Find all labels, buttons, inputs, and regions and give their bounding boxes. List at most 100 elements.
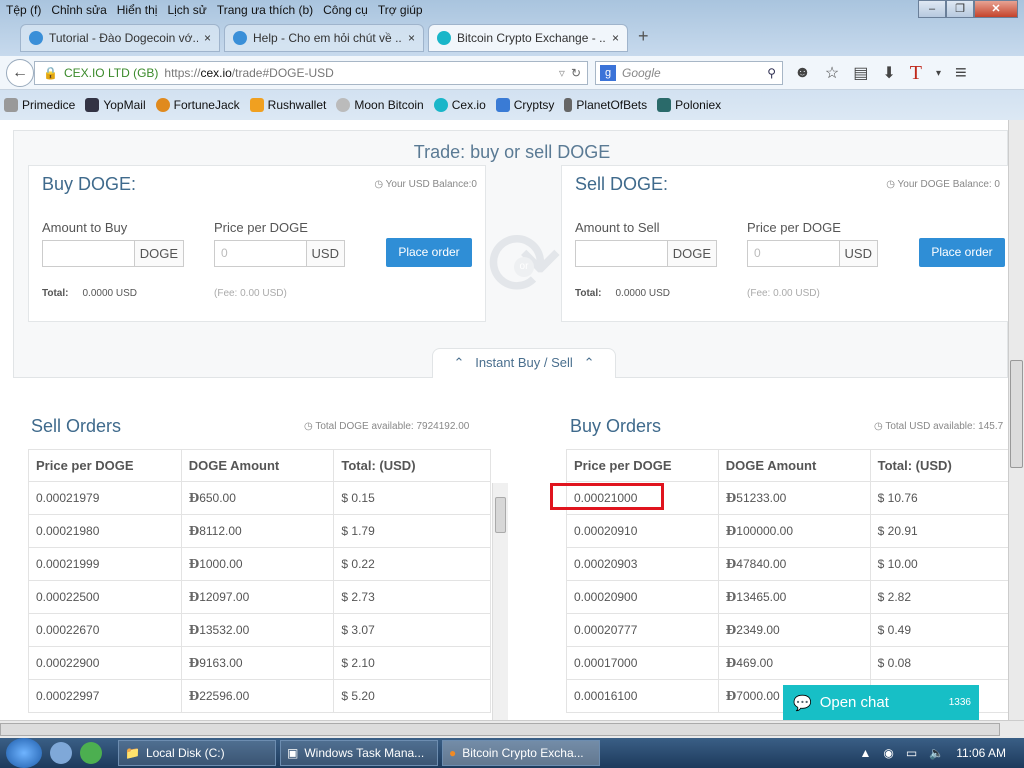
buy-price-input[interactable]: 0 USD (214, 240, 345, 267)
buy-total: Total: 0.0000 USD (42, 288, 137, 299)
sell-amount-input[interactable]: DOGE (575, 240, 717, 267)
table-row[interactable]: 0.00020900 Đ13465.00 $ 2.82 (566, 580, 1008, 614)
sell-place-order-button[interactable]: Place order (919, 238, 1005, 267)
scroll-thumb[interactable] (1010, 360, 1023, 468)
table-row[interactable]: 0.00020777 Đ2349.00 $ 0.49 (566, 613, 1008, 647)
search-icon[interactable]: ⚲ (767, 66, 776, 80)
buy-amount-input[interactable]: DOGE (42, 240, 184, 267)
menu-help[interactable]: Trợ giúp (378, 3, 423, 17)
menu-view[interactable]: Hiển thị (117, 3, 158, 17)
menu-tools[interactable]: Công cụ (323, 3, 368, 17)
bookmark-rushwallet[interactable]: Rushwallet (249, 98, 326, 112)
column-header[interactable]: DOGE Amount (180, 449, 335, 482)
instant-buy-sell-toggle[interactable]: ⌃ Instant Buy / Sell ⌃ (432, 348, 616, 378)
search-box[interactable]: g Google ⚲ (595, 61, 783, 85)
table-row[interactable]: 0.00022670 Đ13532.00 $ 3.07 (28, 613, 491, 647)
clock-app-icon[interactable] (50, 742, 72, 764)
sell-orders-table: Price per DOGE DOGE Amount Total: (USD) 0.0… (28, 449, 491, 713)
open-chat-button[interactable]: 💬 Open chat 1336 (783, 685, 979, 720)
table-row[interactable]: 0.00017000 Đ469.00 $ 0.08 (566, 646, 1008, 680)
bookmark-fortunejack[interactable]: FortuneJack (155, 98, 240, 112)
or-label: or (514, 257, 534, 277)
online-count: 1336 (948, 697, 971, 708)
back-button[interactable]: ← (6, 59, 34, 87)
reading-list-icon[interactable]: ▤ (853, 63, 868, 83)
tab-tutorial[interactable]: Tutorial - Đào Dogecoin vớ... × (20, 24, 220, 52)
globe-icon[interactable] (80, 742, 102, 764)
menu-file[interactable]: Tệp (f) (6, 3, 41, 17)
table-row[interactable]: 0.00021980 Đ8112.00 $ 1.79 (28, 514, 491, 548)
menu-history[interactable]: Lịch sử (167, 3, 206, 17)
bookmark-poloniex[interactable]: Poloniex (657, 98, 721, 112)
chrome-icon[interactable]: ◉ (883, 746, 893, 760)
menu-icon[interactable]: ≡ (955, 62, 967, 85)
site-identity[interactable]: CEX.IO LTD (GB) (64, 66, 158, 80)
column-header[interactable]: Price per DOGE (28, 449, 182, 482)
dropdown-icon[interactable]: ▿ (559, 66, 565, 80)
taskbar-item-task-manager[interactable]: ▣ Windows Task Mana... (280, 740, 438, 766)
start-button[interactable] (6, 738, 42, 768)
table-row[interactable]: 0.00021979 Đ650.00 $ 0.15 (28, 481, 491, 515)
download-icon[interactable]: ⬇ (882, 63, 895, 83)
volume-icon[interactable]: 🔈 (929, 746, 944, 760)
url-bar[interactable]: 🔒 CEX.IO LTD (GB) https://cex.io/trade#D… (34, 61, 588, 85)
table-row[interactable]: 0.00022500 Đ12097.00 $ 2.73 (28, 580, 491, 614)
close-tab-icon[interactable]: × (408, 31, 415, 45)
bookmark-star-icon[interactable]: ☆ (825, 63, 839, 83)
sell-total: Total: 0.0000 USD (575, 288, 670, 299)
bookmark-cexio[interactable]: Cex.io (433, 98, 486, 112)
column-header[interactable]: DOGE Amount (717, 449, 871, 482)
show-hidden-icons[interactable]: ▲ (860, 746, 872, 760)
close-tab-icon[interactable]: × (204, 31, 211, 45)
buy-place-order-button[interactable]: Place order (386, 238, 472, 267)
bookmark-yopmail[interactable]: YopMail (85, 98, 146, 112)
chevron-down-icon[interactable]: ▾ (936, 68, 941, 79)
sell-orders-scrollbar[interactable] (492, 483, 508, 720)
close-tab-icon[interactable]: × (612, 31, 619, 45)
network-icon[interactable]: ▭ (906, 746, 917, 760)
cex-icon (433, 98, 448, 112)
page-vertical-scrollbar[interactable] (1008, 120, 1024, 720)
translate-icon[interactable]: T (910, 62, 922, 85)
column-header[interactable]: Total: (USD) (333, 449, 491, 482)
maximize-button[interactable]: ❐ (946, 0, 974, 18)
amount-cell: Đ13465.00 (717, 580, 871, 614)
bookmark-cryptsy[interactable]: Cryptsy (495, 98, 554, 112)
addon-icon[interactable]: ☻ (794, 64, 811, 82)
minimize-button[interactable]: – (918, 0, 946, 18)
new-tab-button[interactable]: + (632, 24, 655, 52)
table-row[interactable]: 0.00021999 Đ1000.00 $ 0.22 (28, 547, 491, 581)
menu-bookmarks[interactable]: Trang ưa thích (b) (217, 3, 313, 17)
url-prefix: https:// (164, 66, 201, 80)
scroll-thumb[interactable] (0, 723, 1000, 736)
bookmark-moon-bitcoin[interactable]: Moon Bitcoin (336, 98, 424, 112)
menu-edit[interactable]: Chỉnh sửa (51, 3, 106, 17)
close-window-button[interactable]: ✕ (974, 0, 1018, 18)
column-header[interactable]: Total: (USD) (869, 449, 1008, 482)
reload-icon[interactable]: ↻ (571, 66, 581, 80)
google-icon[interactable]: g (600, 65, 616, 81)
tab-strip: Tutorial - Đào Dogecoin vớ... × Help - Ch… (20, 24, 655, 52)
table-row[interactable]: 0.00020903 Đ47840.00 $ 10.00 (566, 547, 1008, 581)
taskbar-item-firefox[interactable]: ● Bitcoin Crypto Excha... (442, 740, 600, 766)
page-horizontal-scrollbar[interactable] (0, 720, 1024, 738)
table-row[interactable]: 0.00022900 Đ9163.00 $ 2.10 (28, 646, 491, 680)
table-header: Price per DOGE DOGE Amount Total: (USD) (566, 449, 1008, 482)
taskbar-item-explorer[interactable]: 📁 Local Disk (C:) (118, 740, 276, 766)
sell-price-input[interactable]: 0 USD (747, 240, 878, 267)
tab-cex[interactable]: Bitcoin Crypto Exchange - ... × (428, 24, 628, 52)
lock-icon: 🔒 (43, 66, 58, 80)
doge-symbol: Đ (188, 623, 200, 637)
bookmark-planetofbets[interactable]: PlanetOfBets (564, 98, 647, 112)
tab-help[interactable]: Help - Cho em hỏi chút về ... × (224, 24, 424, 52)
taskbar: 📁 Local Disk (C:) ▣ Windows Task Mana... ●… (0, 738, 1024, 768)
total-cell: $ 0.49 (869, 613, 1008, 647)
buy-doge-box: Buy DOGE: ◷ Your USD Balance:0 Amount to… (28, 165, 486, 322)
bookmark-primedice[interactable]: Primedice (4, 98, 75, 112)
table-row[interactable]: 0.00022997 Đ22596.00 $ 5.20 (28, 679, 491, 713)
total-cell: $ 10.00 (869, 547, 1008, 581)
scroll-thumb[interactable] (495, 497, 506, 533)
clock[interactable]: 11:06 AM (956, 746, 1006, 760)
table-row[interactable]: 0.00020910 Đ100000.00 $ 20.91 (566, 514, 1008, 548)
column-header[interactable]: Price per DOGE (566, 449, 719, 482)
